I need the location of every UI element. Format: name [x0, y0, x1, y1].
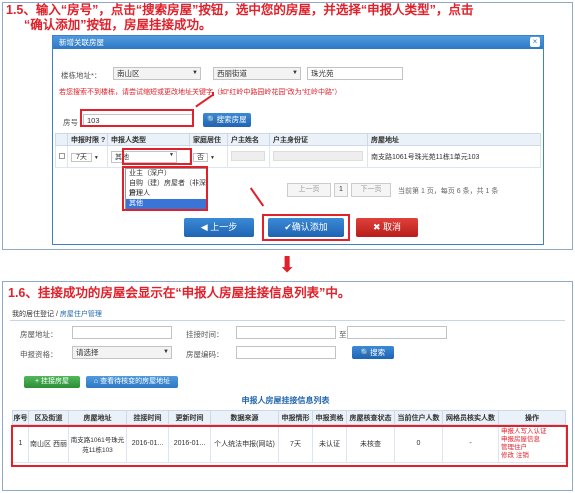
view-pending-button-label: 查看待核变的房屋地址	[100, 378, 171, 385]
qualification-value: 请选择	[76, 348, 99, 357]
qualification-select[interactable]: 请选择 ▼	[72, 346, 172, 359]
close-icon: ✖	[372, 222, 384, 232]
step-1-title-line-2: “确认添加”按钮，房屋挂接成功。	[24, 18, 212, 32]
to-label: 至	[339, 330, 347, 339]
chevron-down-icon: ▼	[292, 70, 298, 76]
link-time-start-input[interactable]	[236, 326, 336, 339]
dialog-header: 新增关联房屋 ×	[53, 36, 543, 49]
street-value: 西丽街道	[217, 69, 247, 78]
view-pending-button[interactable]: ⌂ 查看待核变的房屋地址	[86, 376, 178, 388]
header-district: 区及街道	[28, 410, 69, 425]
arrow-left-icon: ◀	[200, 222, 211, 232]
chevron-down-icon: ▼	[209, 154, 215, 161]
add-house-button[interactable]: + 挂接房屋	[24, 376, 80, 388]
highlight-applicant-select	[122, 148, 192, 165]
header-owner-id: 户主身份证	[269, 133, 368, 146]
add-house-button-label: 挂接房屋	[41, 378, 70, 385]
breadcrumb: 我的居住登记 / 房屋住户管理	[12, 311, 102, 318]
arrow-head-icon	[212, 92, 214, 96]
chevron-down-icon: ▼	[163, 349, 169, 355]
header-actions: 操作	[498, 410, 566, 425]
prev-page-button[interactable]: 上一页	[287, 183, 331, 197]
address-cell: 南支路1061号珠光苑11栋1单元103	[367, 145, 541, 168]
cancel-button[interactable]: ✖ 取消	[356, 218, 418, 237]
period-select[interactable]: 7天	[71, 152, 92, 162]
chevron-down-icon: ▼	[192, 70, 198, 76]
divider	[10, 320, 565, 321]
tab-residence-registration[interactable]: 我的居住登记	[12, 311, 54, 318]
highlight-new-row	[11, 425, 568, 467]
owner-id-cell[interactable]	[269, 145, 368, 168]
header-family: 家庭居住	[189, 133, 228, 146]
house-code-label: 房屋编码：	[186, 350, 224, 359]
highlight-dropdown	[122, 166, 208, 211]
search-house-button[interactable]: 🔍搜索房屋	[203, 113, 251, 127]
link-time-label: 挂接时间：	[186, 330, 224, 339]
header-checkbox[interactable]	[55, 133, 68, 146]
header-owner-name: 户主姓名	[227, 133, 270, 146]
header-qualification: 申报资格	[312, 410, 347, 425]
room-number-label: 房号	[63, 118, 78, 127]
back-button-label: 上一步	[210, 222, 238, 232]
district-select[interactable]: 南山区 ▼	[113, 67, 201, 80]
header-link-time[interactable]: 挂接时间	[126, 410, 169, 425]
header-applicant-type: 申报人类型	[107, 133, 190, 146]
step-1-title: 1.5、输入“房号”，点击“搜索房屋”按钮，选中您的房屋，并选择“申报人类型”，…	[6, 3, 566, 33]
back-button[interactable]: ◀ 上一步	[184, 218, 254, 237]
header-index: 序号	[12, 410, 29, 425]
highlight-room-input	[80, 109, 194, 127]
search-house-button-label: 搜索房屋	[216, 115, 247, 124]
header-update-time: 更新时间	[168, 410, 211, 425]
list-title: 申报人房屋挂接信息列表	[241, 396, 330, 405]
search-icon: 🔍	[207, 115, 217, 124]
header-address[interactable]: 房屋地址	[68, 410, 127, 425]
cancel-button-label: 取消	[383, 222, 402, 232]
chevron-down-icon: ▼	[93, 154, 99, 161]
building-address-label: 楼栋地址*：	[61, 71, 102, 80]
tab-house-resident-management[interactable]: 房屋住户管理	[60, 311, 102, 318]
link-time-end-input[interactable]	[347, 326, 447, 339]
down-arrow-icon: ⬇	[278, 252, 297, 277]
community-input[interactable]: 珠光苑	[307, 67, 403, 80]
house-address-label: 房屋地址：	[20, 330, 58, 339]
family-select[interactable]: 否	[193, 152, 208, 162]
owner-name-input[interactable]	[231, 150, 265, 161]
close-icon[interactable]: ×	[530, 37, 540, 47]
house-code-input[interactable]	[236, 346, 336, 359]
header-verified: 网格员核实人数	[442, 410, 499, 425]
family-cell[interactable]: 否 ▼	[189, 145, 228, 168]
header-source: 数据来源	[210, 410, 279, 425]
house-address-input[interactable]	[72, 326, 172, 339]
pager-summary: 当前第 1 页，每页 6 条，共 1 条	[398, 188, 499, 195]
header-residents: 当前住户人数	[394, 410, 443, 425]
search-hint-text: 若您搜索不到楼栋，请尝试缩短或更改地址关键字（如“红岭中路园岭花园”改为“红岭中…	[59, 89, 342, 96]
street-select[interactable]: 西丽街道 ▼	[213, 67, 301, 80]
header-address: 房屋地址	[367, 133, 541, 146]
highlight-confirm-button	[262, 214, 350, 241]
district-value: 南山区	[117, 69, 140, 78]
header-period: 申报时限 ?	[67, 133, 108, 146]
search-icon: 🔍	[360, 348, 371, 357]
page-number[interactable]: 1	[334, 183, 348, 197]
row-checkbox[interactable]	[55, 145, 68, 168]
period-cell[interactable]: 7天 ▼	[67, 145, 108, 168]
header-period: 申报情形	[278, 410, 313, 425]
dialog-title: 新增关联房屋	[59, 38, 104, 47]
next-page-button[interactable]: 下一页	[351, 183, 391, 197]
search-button-label: 搜索	[370, 348, 386, 357]
qualification-label: 申报资格：	[20, 350, 58, 359]
step-2-title: 1.6、挂接成功的房屋会显示在“申报人房屋挂接信息列表”中。	[8, 286, 351, 300]
step-1-title-line-1: 1.5、输入“房号”，点击“搜索房屋”按钮，选中您的房屋，并选择“申报人类型”，…	[6, 3, 474, 17]
owner-id-input[interactable]	[273, 150, 363, 161]
header-status: 房屋核查状态	[346, 410, 395, 425]
owner-name-cell[interactable]	[227, 145, 270, 168]
search-button[interactable]: 🔍搜索	[352, 346, 394, 359]
